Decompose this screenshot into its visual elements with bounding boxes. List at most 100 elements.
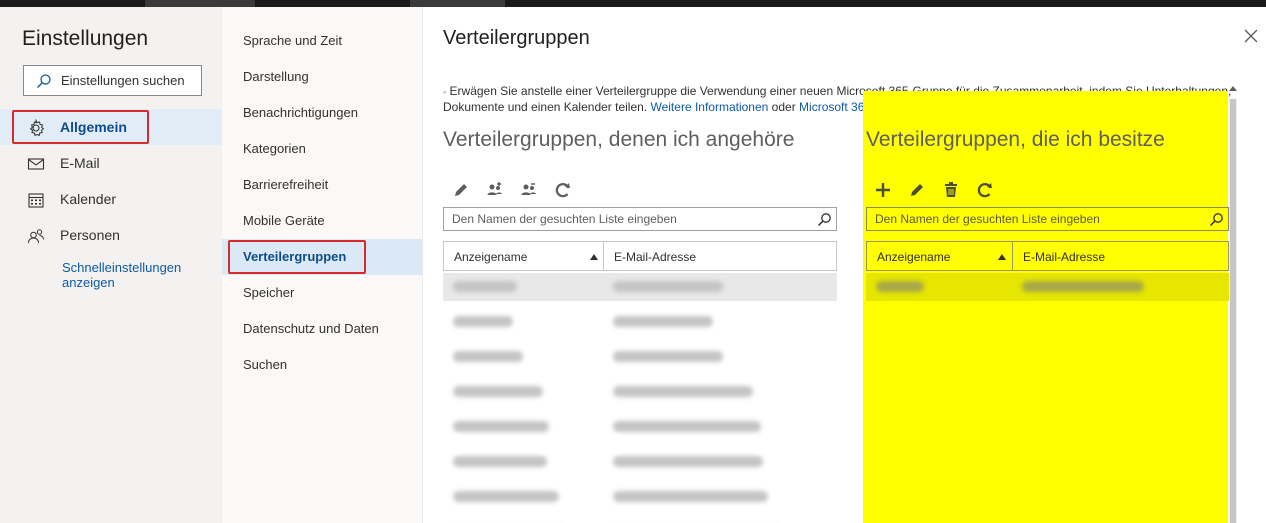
owned-toolbar: [873, 180, 1003, 200]
scrollbar-thumb[interactable]: [1230, 99, 1236, 523]
redacted-email: [613, 421, 761, 432]
redacted-email: [613, 456, 763, 467]
subnav-item-sprache[interactable]: Sprache und Zeit: [222, 23, 422, 59]
redacted-name: [876, 281, 924, 292]
member-of-search-input[interactable]: Den Namen der gesuchten Liste eingeben: [443, 207, 837, 231]
column-header-anzeigename[interactable]: Anzeigename: [454, 250, 527, 264]
subnav-item-label: Sprache und Zeit: [243, 33, 343, 48]
delete-icon[interactable]: [941, 180, 961, 200]
search-icon[interactable]: [1209, 212, 1224, 227]
table-row[interactable]: [443, 343, 837, 371]
table-row[interactable]: [866, 273, 1229, 301]
search-icon: [37, 74, 51, 88]
redacted-name: [453, 386, 543, 397]
subnav-item-label: Kategorien: [243, 141, 306, 156]
subnav-item-speicher[interactable]: Speicher: [222, 275, 422, 311]
subnav-item-label: Mobile Geräte: [243, 213, 325, 228]
search-icon[interactable]: [817, 212, 832, 227]
owned-search-input[interactable]: Den Namen der gesuchten Liste eingeben: [866, 207, 1229, 231]
top-strip: [0, 0, 1266, 7]
table-row[interactable]: [443, 308, 837, 336]
settings-title: Einstellungen: [22, 27, 149, 50]
sidebar-item-kalender[interactable]: Kalender: [0, 181, 222, 217]
subnav-item-mobile-geraete[interactable]: Mobile Geräte: [222, 203, 422, 239]
owned-groups-highlight: [863, 91, 1228, 523]
info-or-text: oder: [771, 100, 796, 114]
subnav-item-label: Datenschutz und Daten: [243, 321, 379, 336]
main-panel: Verteilergruppen ◦ Erwägen Sie anstelle …: [423, 7, 1266, 523]
subnav-item-darstellung[interactable]: Darstellung: [222, 59, 422, 95]
people-icon: [28, 229, 44, 244]
sidebar-item-label: Kalender: [60, 191, 117, 207]
redacted-email: [613, 386, 753, 397]
subnav-item-label: Darstellung: [243, 69, 309, 84]
table-row[interactable]: [443, 518, 837, 523]
subnav-item-datenschutz[interactable]: Datenschutz und Daten: [222, 311, 422, 347]
redacted-name: [453, 491, 559, 502]
column-header-email[interactable]: E-Mail-Adresse: [1023, 250, 1105, 264]
member-of-grid-header: Anzeigename E-Mail-Adresse: [443, 241, 837, 271]
mail-icon: [27, 158, 45, 170]
settings-sidebar: Einstellungen Einstellungen suchen Allge…: [0, 7, 222, 523]
sidebar-item-personen[interactable]: Personen: [0, 217, 222, 253]
refresh-icon[interactable]: [553, 180, 573, 200]
sort-ascending-icon[interactable]: [998, 254, 1006, 260]
redacted-email: [613, 491, 768, 502]
table-row[interactable]: [443, 448, 837, 476]
settings-search-box[interactable]: Einstellungen suchen: [23, 65, 202, 96]
redacted-email: [613, 316, 713, 327]
member-of-toolbar: [451, 180, 581, 200]
sidebar-item-email[interactable]: E-Mail: [0, 145, 222, 181]
table-row[interactable]: [443, 378, 837, 406]
top-strip-segment: [410, 0, 505, 7]
redacted-email: [613, 351, 723, 362]
top-strip-segment: [145, 0, 255, 7]
table-row[interactable]: [443, 273, 837, 301]
sidebar-item-label: E-Mail: [60, 155, 100, 171]
table-row[interactable]: [443, 413, 837, 441]
redacted-email: [1022, 281, 1144, 292]
highlight-box-verteilergruppen: [228, 240, 366, 274]
redacted-name: [453, 281, 517, 292]
column-separator: [1012, 242, 1013, 270]
redacted-name: [453, 456, 547, 467]
edit-icon[interactable]: [907, 180, 927, 200]
join-group-icon[interactable]: [485, 180, 505, 200]
settings-search-placeholder: Einstellungen suchen: [61, 73, 185, 88]
subnav-item-kategorien[interactable]: Kategorien: [222, 131, 422, 167]
owned-search-placeholder: Den Namen der gesuchten Liste eingeben: [875, 212, 1100, 226]
highlight-box-allgemein: [12, 110, 149, 144]
redacted-name: [453, 351, 523, 362]
owned-grid-header: Anzeigename E-Mail-Adresse: [866, 241, 1229, 271]
info-bullet-icon: ◦: [443, 87, 447, 97]
subnav-item-label: Speicher: [243, 285, 295, 300]
redacted-name: [453, 316, 513, 327]
leave-group-icon[interactable]: [519, 180, 539, 200]
quick-settings-link[interactable]: Schnelleinstellungen anzeigen: [62, 260, 212, 290]
refresh-icon[interactable]: [975, 180, 995, 200]
member-of-search-placeholder: Den Namen der gesuchten Liste eingeben: [452, 212, 677, 226]
edit-icon[interactable]: [451, 180, 471, 200]
page-title: Verteilergruppen: [443, 27, 590, 49]
scroll-up-arrow-icon[interactable]: [1229, 86, 1237, 91]
sidebar-item-label: Personen: [60, 227, 120, 243]
close-icon[interactable]: [1243, 28, 1259, 44]
table-row[interactable]: [443, 483, 837, 511]
member-of-title: Verteilergruppen, denen ich angehöre: [443, 128, 795, 151]
subnav-item-label: Suchen: [243, 357, 288, 372]
column-separator: [603, 242, 604, 270]
subnav-item-benachrichtigungen[interactable]: Benachrichtigungen: [222, 95, 422, 131]
add-icon[interactable]: [873, 180, 893, 200]
redacted-email: [613, 281, 723, 292]
column-header-email[interactable]: E-Mail-Adresse: [614, 250, 696, 264]
redacted-name: [453, 421, 549, 432]
calendar-icon: [28, 193, 44, 208]
subnav-item-label: Benachrichtigungen: [243, 105, 358, 120]
column-header-anzeigename[interactable]: Anzeigename: [877, 250, 950, 264]
owned-title: Verteilergruppen, die ich besitze: [866, 128, 1165, 151]
more-info-link[interactable]: Weitere Informationen: [650, 100, 768, 114]
subnav-item-barrierefreiheit[interactable]: Barrierefreiheit: [222, 167, 422, 203]
subnav-item-suchen[interactable]: Suchen: [222, 347, 422, 383]
subnav-item-label: Barrierefreiheit: [243, 177, 329, 192]
sort-ascending-icon[interactable]: [590, 254, 598, 260]
